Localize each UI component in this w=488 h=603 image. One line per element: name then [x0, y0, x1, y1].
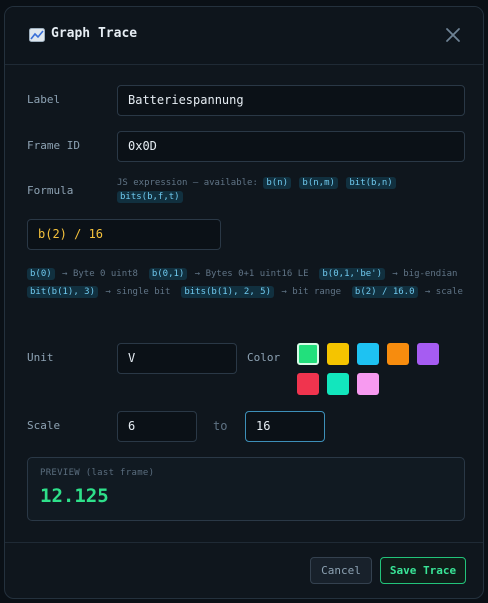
help-desc: → single bit [105, 287, 171, 297]
scale-to-label: to [213, 419, 228, 433]
scale-max-input[interactable]: 16 [245, 411, 325, 442]
dialog-footer: Cancel Save Trace [5, 542, 483, 598]
save-trace-button[interactable]: Save Trace [380, 557, 466, 584]
help-desc: → scale [424, 287, 463, 297]
preview-value: 12.125 [40, 485, 109, 507]
dialog-title: Graph Trace [51, 26, 138, 41]
formula-input[interactable]: b(2) / 16 [27, 219, 221, 250]
hint-chip: b(n) [263, 177, 291, 189]
cancel-button[interactable]: Cancel [310, 557, 372, 584]
formula-help: b(0) → Byte 0 uint8 b(0,1) → Bytes 0+1 u… [27, 265, 471, 301]
help-desc: → Byte 0 uint8 [62, 269, 138, 279]
color-swatch-yellow[interactable] [327, 343, 349, 365]
help-desc: → big-endian [392, 269, 458, 279]
dialog-header: Graph Trace [5, 7, 483, 65]
color-swatch-orange[interactable] [387, 343, 409, 365]
label-field-label: Label [27, 93, 61, 106]
help-code: bits(b(1), 2, 5) [181, 286, 275, 298]
hint-chip: bit(b,n) [346, 177, 396, 189]
frame-id-field-label: Frame ID [27, 139, 80, 152]
formula-hint: JS expression — available: b(n) b(n,m) b… [117, 176, 457, 204]
color-swatch-green[interactable] [297, 343, 319, 365]
help-code: b(0,1) [148, 268, 188, 280]
color-swatch-red[interactable] [297, 373, 319, 395]
close-icon[interactable] [445, 27, 461, 43]
help-code: bit(b(1), 3) [27, 286, 99, 298]
preview-panel: PREVIEW (last frame) 12.125 [27, 457, 465, 521]
color-field-label: Color [247, 351, 281, 364]
help-desc: → Bytes 0+1 uint16 LE [194, 269, 309, 279]
color-swatch-pink[interactable] [357, 373, 379, 395]
unit-input[interactable]: V [117, 343, 237, 374]
formula-hint-text: JS expression — available: [117, 178, 258, 188]
scale-field-label: Scale [27, 419, 61, 432]
help-code: b(2) / 16.0 [351, 286, 418, 298]
color-swatch-purple[interactable] [417, 343, 439, 365]
graph-trace-dialog: Graph Trace Label Batteriespannung Frame… [4, 6, 484, 599]
preview-label: PREVIEW (last frame) [40, 468, 155, 478]
formula-field-label: Formula [27, 184, 74, 197]
hint-chip: bits(b,f,t) [117, 191, 183, 203]
chart-line-icon [29, 28, 45, 42]
color-swatch-blue[interactable] [357, 343, 379, 365]
unit-field-label: Unit [27, 351, 54, 364]
help-code: b(0) [27, 268, 55, 280]
hint-chip: b(n,m) [299, 177, 338, 189]
frame-id-input[interactable]: 0x0D [117, 131, 465, 162]
color-swatch-teal[interactable] [327, 373, 349, 395]
help-desc: → bit range [281, 287, 342, 297]
label-input[interactable]: Batteriespannung [117, 85, 465, 116]
scale-min-input[interactable]: 6 [117, 411, 197, 442]
help-code: b(0,1,'be') [319, 268, 385, 280]
